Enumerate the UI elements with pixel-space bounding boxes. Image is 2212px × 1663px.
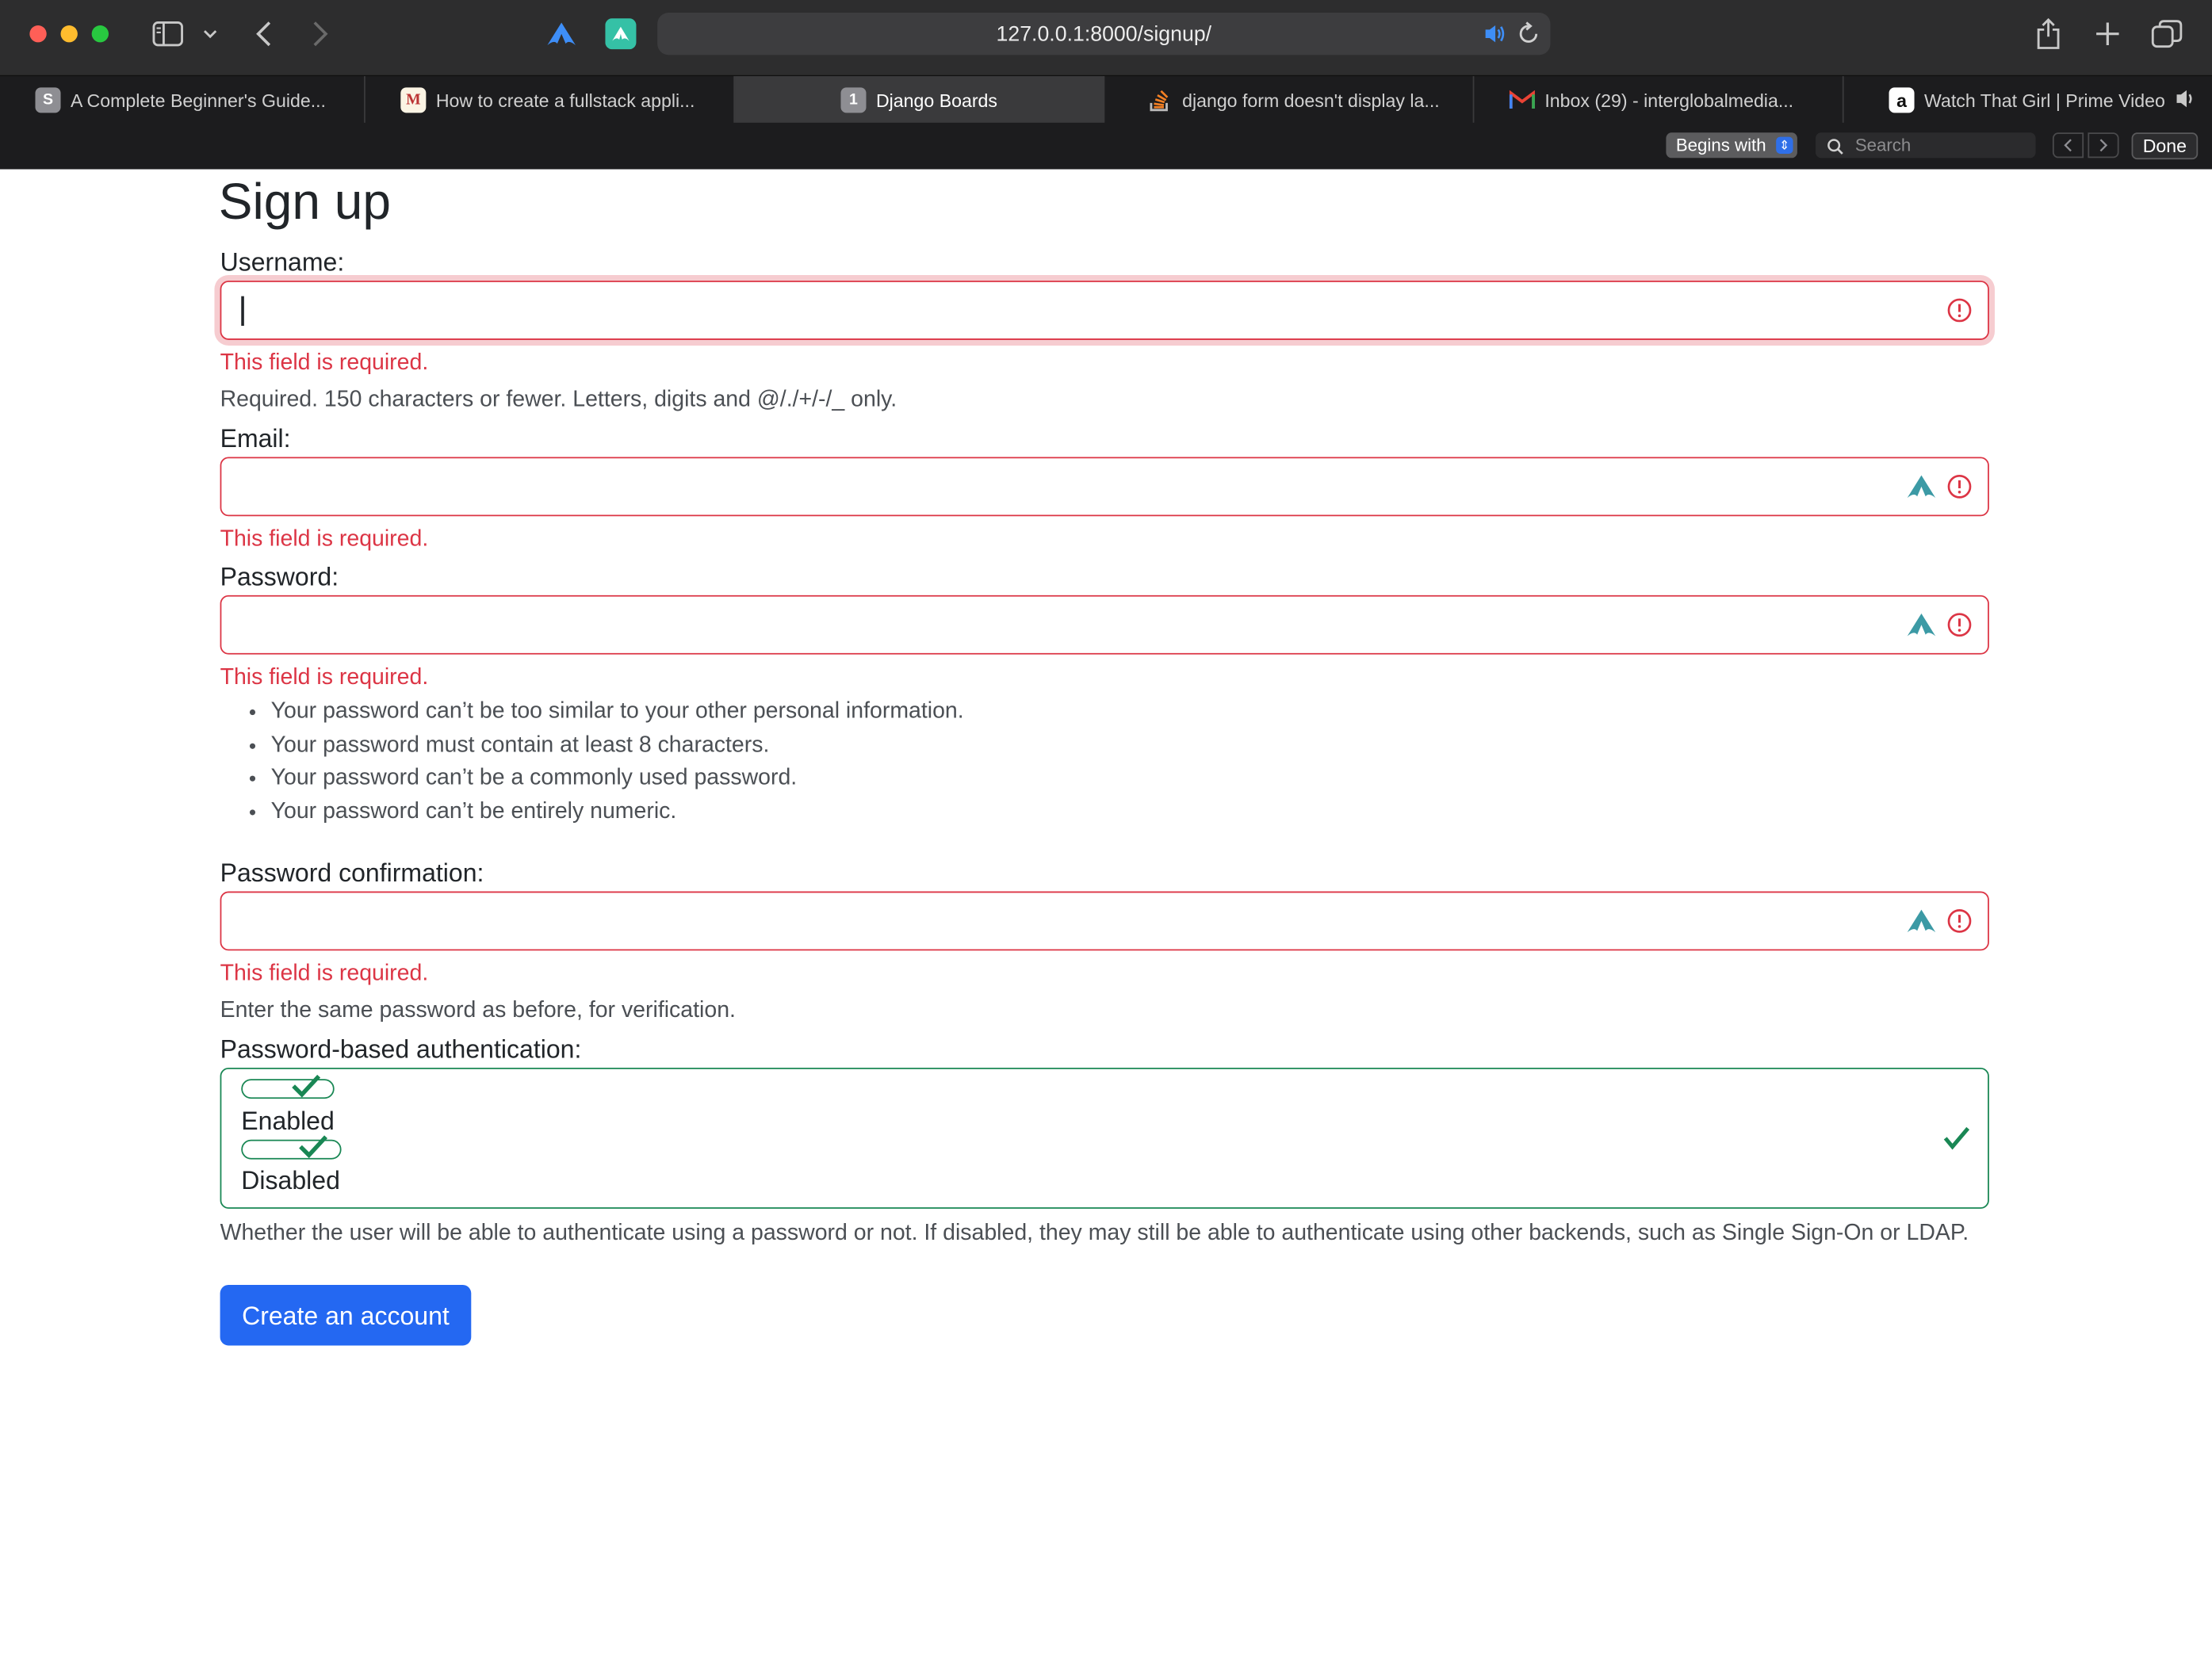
password-error: This field is required. [220,665,429,690]
checkmark-icon [292,1074,321,1098]
tab-prime-video[interactable]: a Watch That Girl | Prime Video [1844,76,2212,124]
email-label: Email: [220,424,291,453]
enabled-option-checkbox[interactable] [241,1074,335,1099]
password-confirmation-label: Password confirmation: [220,858,484,888]
forward-arrow-icon[interactable] [308,18,333,49]
tab-django-boards[interactable]: 1 Django Boards [735,76,1105,124]
password-label: Password: [220,562,339,591]
find-done-button[interactable]: Done [2131,132,2199,160]
username-error: This field is required. [220,351,429,376]
password-confirmation-input[interactable] [220,891,1989,951]
tab-django-form[interactable]: django form doesn't display la... [1104,76,1475,124]
reload-icon[interactable] [1518,21,1540,52]
new-tab-icon[interactable] [2092,18,2123,49]
password-confirmation-error: This field is required. [220,961,429,986]
list-item: Your password must contain at least 8 ch… [271,728,964,762]
find-mode-select[interactable]: Begins with ⇕ [1666,132,1797,159]
tab-overview-icon[interactable] [2150,18,2184,49]
email-error: This field is required. [220,527,429,552]
username-help: Required. 150 characters or fewer. Lette… [220,388,897,412]
enabled-option-label[interactable]: Enabled [241,1106,335,1137]
url-text: 127.0.0.1:8000/signup/ [996,21,1212,46]
checkmark-icon [299,1135,327,1159]
password-auth-label: Password-based authentication: [220,1035,582,1064]
tab-favicon-1: 1 [840,87,867,113]
tab-favicon-m: M [400,87,427,113]
tab-bar: S A Complete Beginner's Guide... M How t… [0,75,2212,124]
extension-icon[interactable] [604,17,638,51]
find-next-button[interactable] [2088,132,2119,159]
list-item: Your password can’t be entirely numeric. [271,795,964,828]
disabled-option-checkbox[interactable] [241,1135,342,1160]
nordpass-autofill-icon[interactable] [1906,610,1937,639]
list-item: Your password can’t be a commonly used p… [271,762,964,795]
tab-beginners-guide[interactable]: S A Complete Beginner's Guide... [0,76,365,124]
valid-field-checkmark-icon [1943,1126,1970,1150]
invalid-field-icon [1947,909,1972,933]
username-label: Username: [220,248,345,277]
tab-speaker-icon[interactable] [2175,88,2197,112]
select-arrows-icon: ⇕ [1776,136,1793,154]
password-auth-help: Whether the user will be able to authent… [220,1221,1969,1246]
back-arrow-icon[interactable] [251,18,277,49]
tab-label: Django Boards [875,89,997,111]
password-auth-options: Enabled Disabled [220,1067,1989,1209]
close-window-button[interactable] [29,25,47,43]
username-input[interactable] [220,281,1989,340]
tab-label: A Complete Beginner's Guide... [70,89,326,111]
search-icon [1827,137,1843,162]
zoom-window-button[interactable] [91,25,109,43]
page-title: Sign up [218,172,392,231]
tab-favicon-s: S [35,87,61,113]
minimize-window-button[interactable] [60,25,78,43]
email-input[interactable] [220,457,1989,517]
tab-inbox[interactable]: Inbox (29) - interglobalmedia... [1474,76,1844,124]
browser-toolbar: 127.0.0.1:8000/signup/ [0,0,2212,75]
find-placeholder: Search [1854,135,1912,155]
disabled-option-label[interactable]: Disabled [241,1165,340,1196]
tab-label: django form doesn't display la... [1182,89,1440,111]
list-item: Your password can’t be too similar to yo… [271,695,964,728]
address-bar[interactable]: 127.0.0.1:8000/signup/ [657,13,1551,55]
speaker-icon[interactable] [1483,22,1508,51]
password-rules-list: Your password can’t be too similar to yo… [220,695,964,828]
tab-favicon-a: a [1889,87,1915,113]
text-caret [241,296,244,327]
tab-label: How to create a fullstack appli... [435,89,695,111]
find-mode-label: Begins with [1675,135,1766,155]
stackoverflow-icon [1147,87,1173,113]
invalid-field-icon [1947,613,1972,637]
nordpass-extension-icon[interactable] [545,18,579,49]
invalid-field-icon [1947,298,1972,323]
tab-label: Watch That Girl | Prime Video [1924,89,2165,111]
find-previous-button[interactable] [2052,132,2084,159]
tab-fullstack-app[interactable]: M How to create a fullstack appli... [365,76,736,124]
share-icon[interactable] [2033,16,2064,52]
chevron-down-icon[interactable] [201,24,220,44]
gmail-icon [1509,87,1535,113]
invalid-field-icon [1947,475,1972,499]
nordpass-autofill-icon[interactable] [1906,907,1937,935]
find-bar: Begins with ⇕ Search Done [0,122,2212,170]
password-input[interactable] [220,594,1989,655]
create-account-button[interactable]: Create an account [220,1284,472,1346]
sidebar-toggle-icon[interactable] [151,18,185,49]
tab-label: Inbox (29) - interglobalmedia... [1544,89,1794,111]
nordpass-autofill-icon[interactable] [1906,472,1937,501]
password-confirmation-help: Enter the same password as before, for v… [220,998,736,1023]
find-search-input[interactable]: Search [1816,132,2036,159]
